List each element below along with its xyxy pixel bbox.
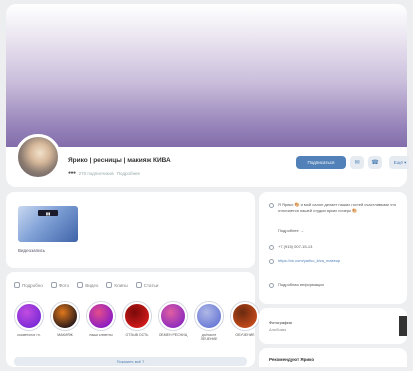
- story-avatar[interactable]: [51, 302, 79, 330]
- video-thumbnail[interactable]: ▮▮: [18, 206, 78, 242]
- chat-icon[interactable]: ✉: [350, 156, 364, 169]
- tab-label: Подробно: [22, 282, 43, 288]
- recommend-title: Рекомендуют Ярико: [269, 357, 315, 362]
- details-line[interactable]: Подробная информация: [269, 282, 324, 288]
- phone-line[interactable]: +7 (915) 007-15-13: [269, 244, 312, 250]
- link-icon: [269, 259, 274, 264]
- clip-icon: [106, 282, 113, 288]
- tab-label: Видео: [85, 282, 99, 288]
- tab-articles[interactable]: Статьи: [135, 282, 159, 288]
- story-avatar[interactable]: [231, 302, 259, 330]
- followers-count[interactable]: 270 подписчиков: [79, 171, 114, 176]
- story-avatar[interactable]: [87, 302, 115, 330]
- photo-icon: [50, 282, 57, 288]
- more-link[interactable]: Подробнее →: [278, 228, 304, 234]
- info-icon: [269, 203, 274, 208]
- content-tabs: Подробно Фото Видео Клипы Статьи: [14, 282, 158, 288]
- article-icon: [135, 282, 142, 288]
- tab-photos[interactable]: Фото: [50, 282, 70, 288]
- story-label: МАКИЯЖ: [57, 333, 73, 337]
- tab-label: Клипы: [114, 282, 128, 288]
- photos-title: Фотографии: [269, 320, 292, 325]
- story-avatar[interactable]: [195, 302, 223, 330]
- phone-icon: [269, 245, 274, 250]
- details-value: Подробная информация: [278, 282, 324, 287]
- photos-sub: Альбомы: [269, 327, 287, 332]
- avatar[interactable]: [15, 134, 61, 180]
- profile-page: Ярико | ресницы | макияж КИВА ●●● 270 по…: [4, 4, 409, 367]
- show-all-button[interactable]: Показать всё 7: [14, 357, 247, 366]
- story-label: ОБМЕН РЕСНИЦ: [158, 333, 188, 337]
- recommend-card: Рекомендуют Ярико: [259, 348, 407, 367]
- photos-card[interactable]: Фотографии Альбомы: [259, 308, 407, 344]
- story-item[interactable]: косметолог гн.: [14, 302, 44, 342]
- info-card: Я Ярико 🎨 и мой салон делает наших госте…: [259, 192, 407, 304]
- tab-label: Фото: [58, 282, 70, 288]
- play-icon[interactable]: ▮▮: [38, 210, 58, 216]
- story-item[interactable]: ОБМЕН РЕСНИЦ: [158, 302, 188, 342]
- details-icon: [269, 283, 274, 288]
- story-item[interactable]: ОБУЧЕНИЕ: [230, 302, 260, 342]
- story-item[interactable]: ОТЗЫВ ОСТЬ: [122, 302, 152, 342]
- about-text: Я Ярико 🎨 и мой салон делает наших госте…: [278, 202, 397, 213]
- video-icon: [77, 282, 84, 288]
- info-icon: [14, 282, 20, 288]
- profile-header: [6, 147, 407, 187]
- photo-thumbnail[interactable]: [399, 316, 407, 336]
- about-line: Я Ярико 🎨 и мой салон делает наших госте…: [269, 202, 399, 213]
- site-line[interactable]: https://vk.com/yariko_kiva_makeup: [269, 258, 399, 264]
- story-item[interactable]: МАКИЯЖ: [50, 302, 80, 342]
- cover-image: [6, 4, 407, 152]
- story-label: наши клиенты: [89, 333, 113, 337]
- info-link[interactable]: Подробнее: [117, 171, 140, 176]
- tab-clips[interactable]: Клипы: [106, 282, 128, 288]
- site-value: https://vk.com/yariko_kiva_makeup: [278, 258, 341, 263]
- story-label: ОБУЧЕНИЕ: [235, 333, 255, 337]
- more-button[interactable]: Ещё ▾: [389, 156, 409, 169]
- story-label: косметолог гн.: [17, 333, 41, 337]
- tab-label: Статьи: [143, 282, 159, 288]
- phone-value: +7 (915) 007-15-13: [278, 244, 313, 249]
- video-caption[interactable]: Видеозапись: [18, 248, 45, 253]
- story-avatar[interactable]: [123, 302, 151, 330]
- story-label: до/после ЛЕЧЕНИЕ: [200, 333, 218, 342]
- story-avatar[interactable]: [15, 302, 43, 330]
- story-item[interactable]: наши клиенты: [86, 302, 116, 342]
- status-dots: ●●●: [68, 170, 76, 176]
- tab-details[interactable]: Подробно: [14, 282, 43, 288]
- story-label: ОТЗЫВ ОСТЬ: [125, 333, 149, 337]
- story-item[interactable]: до/после ЛЕЧЕНИЕ: [194, 302, 224, 342]
- profile-meta: ●●● 270 подписчиков Подробнее: [68, 170, 140, 176]
- subscribe-button[interactable]: Подписаться: [296, 156, 346, 169]
- video-card: ▮▮ Видеозапись: [6, 192, 255, 268]
- content-card: Подробно Фото Видео Клипы Статьи космето…: [6, 272, 259, 367]
- stories-row: косметолог гн. МАКИЯЖ наши клиенты ОТЗЫВ ОС…: [14, 302, 260, 342]
- profile-name: Ярико | ресницы | макияж КИВА: [68, 157, 171, 164]
- phone-icon[interactable]: ☎: [368, 156, 382, 169]
- more-link-label: Подробнее →: [278, 228, 304, 233]
- story-avatar[interactable]: [159, 302, 187, 330]
- tab-videos[interactable]: Видео: [77, 282, 98, 288]
